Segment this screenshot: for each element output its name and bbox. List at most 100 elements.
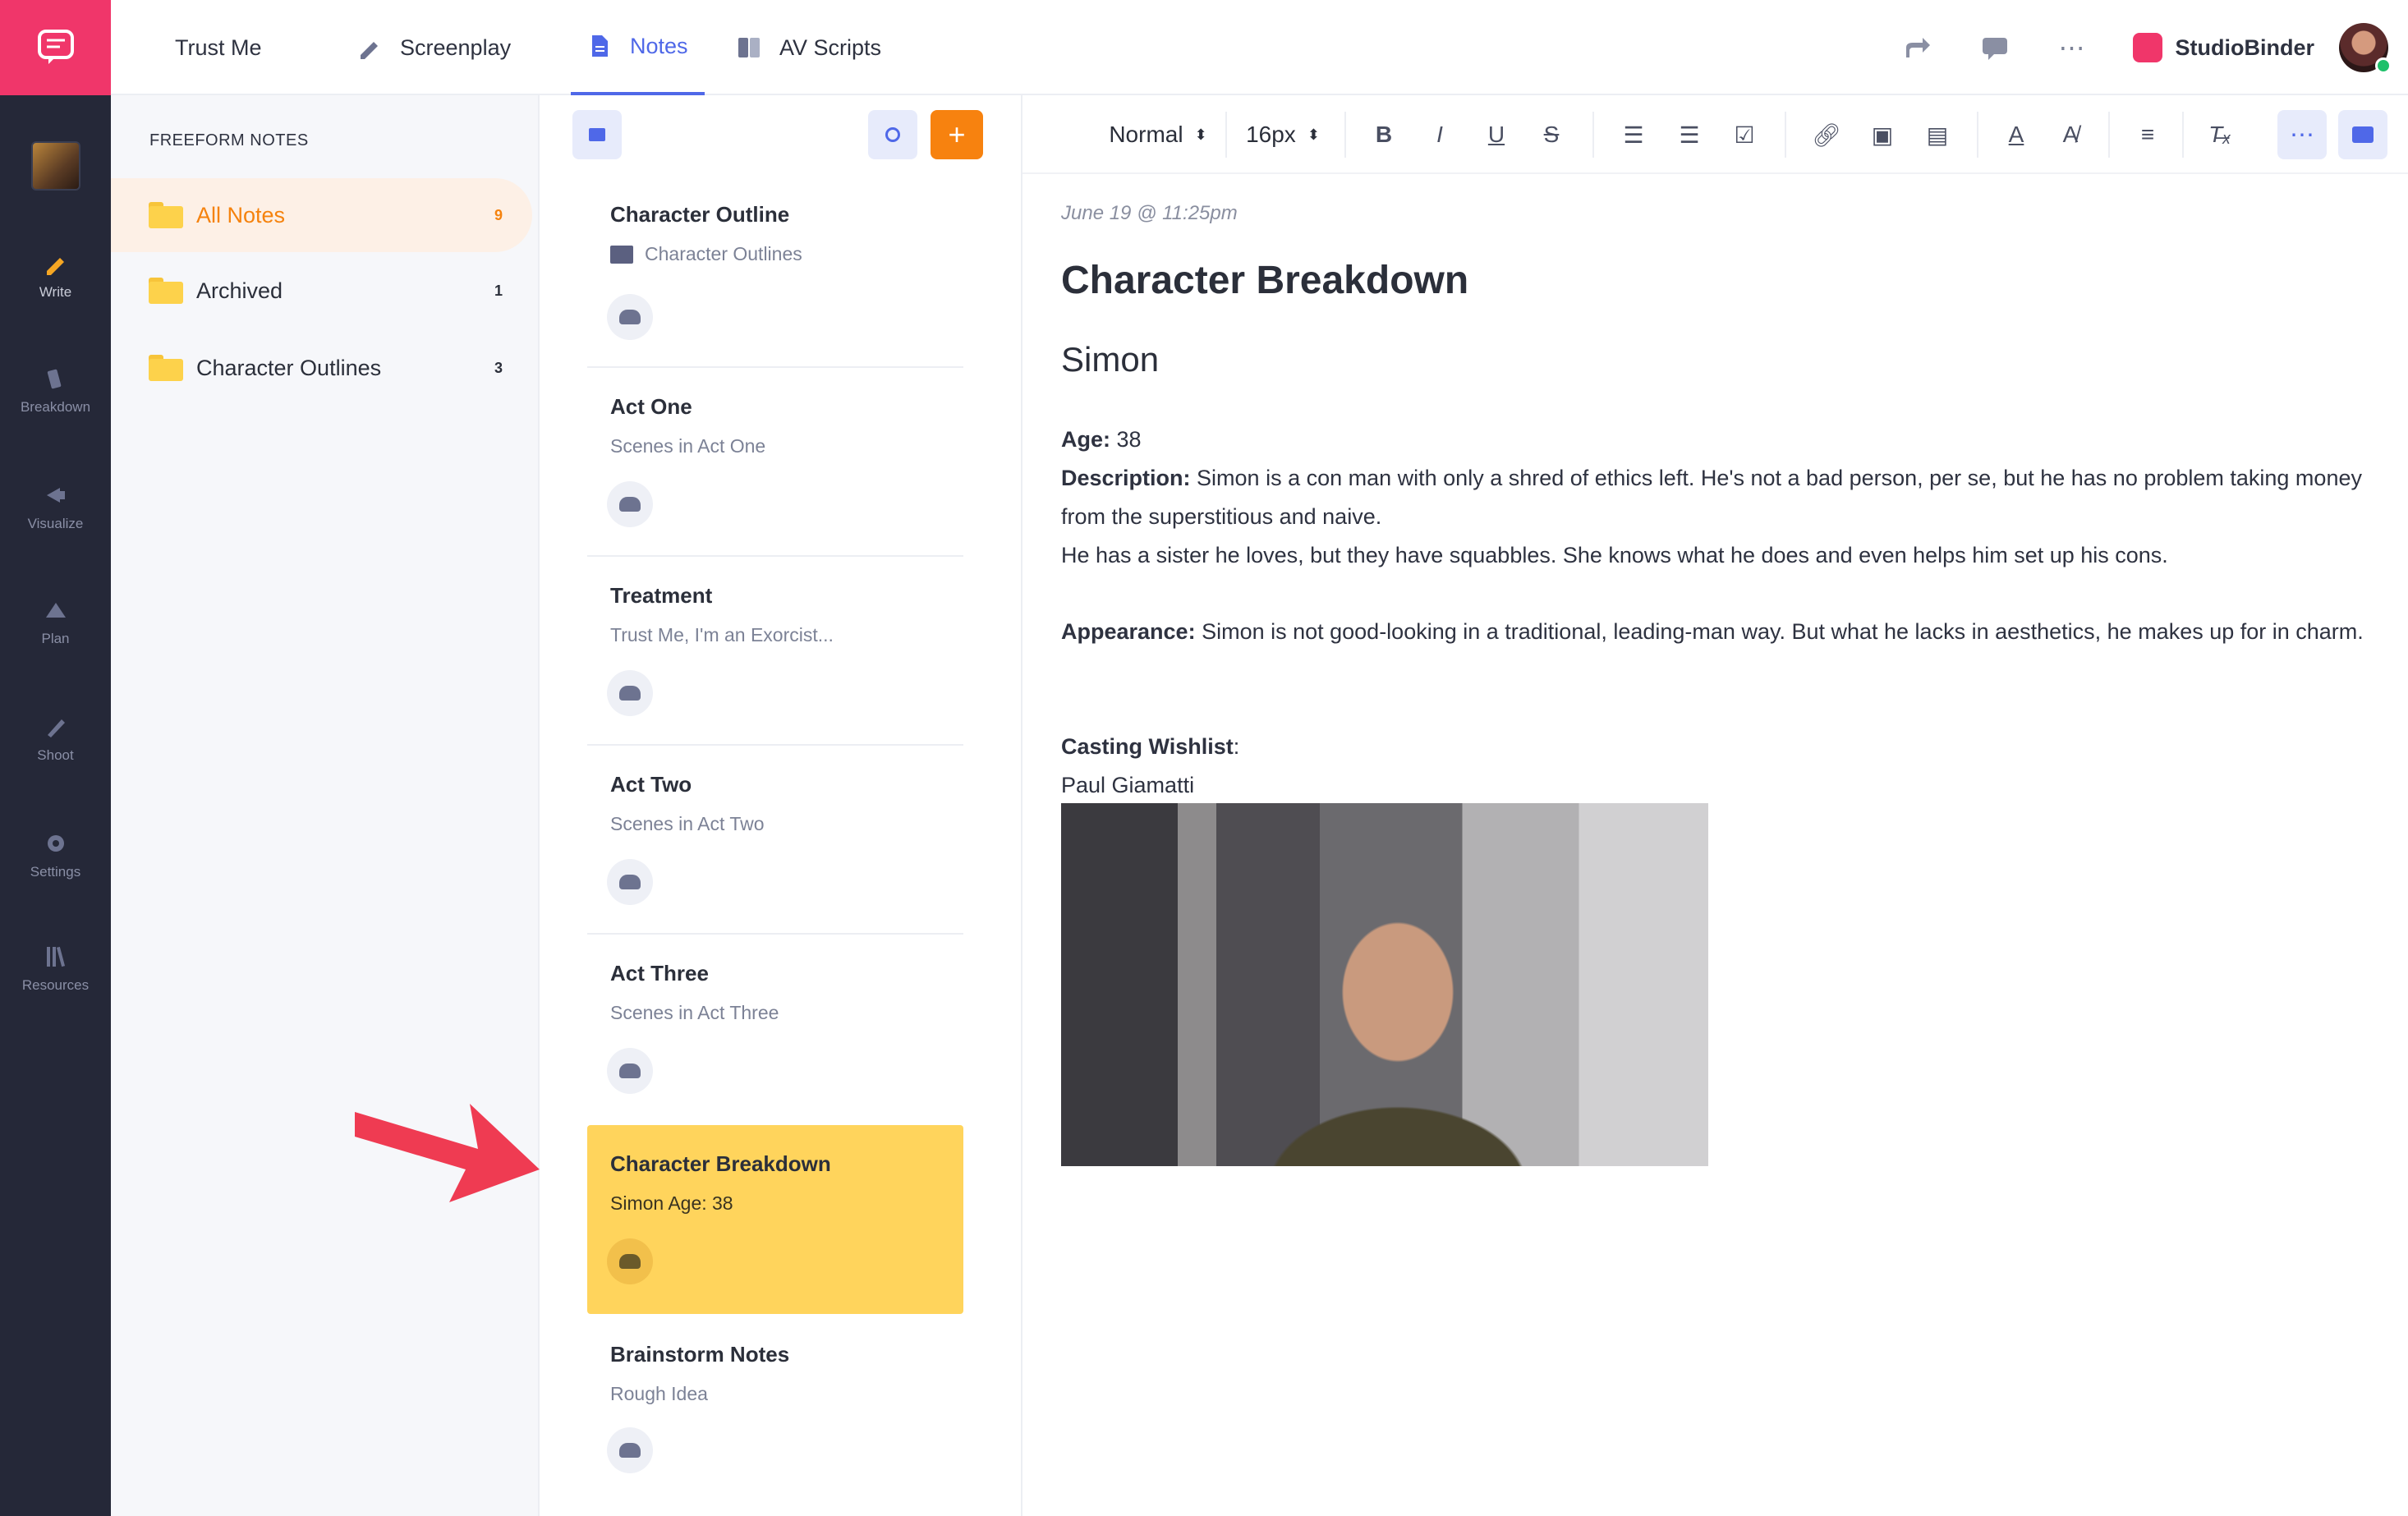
project-title[interactable]: Trust Me: [175, 0, 262, 95]
film-icon: ▤: [1926, 122, 1949, 148]
shared-users-icon[interactable]: [607, 294, 653, 340]
toolbar-divider: [2182, 112, 2184, 158]
toolbar-divider: [1592, 112, 1594, 158]
paragraph-style-select[interactable]: Normal ⬍: [1096, 115, 1220, 154]
rail-item-plan[interactable]: Plan: [0, 598, 111, 647]
gear-icon: [47, 835, 64, 852]
user-avatar[interactable]: [2339, 23, 2392, 74]
note-subtitle: Scenes in Act Three: [610, 1002, 779, 1023]
shared-users-icon[interactable]: [607, 1427, 653, 1473]
highlight-icon: A̸: [2062, 122, 2079, 147]
note-card-selected[interactable]: Character Breakdown Simon Age: 38: [587, 1125, 963, 1314]
shared-users-icon[interactable]: [607, 1048, 653, 1094]
rail-item-breakdown[interactable]: Breakdown: [0, 366, 111, 416]
ordered-list-button[interactable]: ☰: [1615, 115, 1652, 154]
folder-label: Character Outlines: [196, 355, 382, 380]
toolbar-divider: [1344, 112, 1346, 158]
folder-label: All Notes: [196, 202, 286, 227]
chat-logo-icon: [37, 30, 74, 64]
sidebar-icon: [589, 128, 605, 141]
note-subtitle: Scenes in Act Two: [610, 813, 765, 834]
note-card[interactable]: Act Two Scenes in Act Two: [587, 747, 963, 935]
shared-users-icon[interactable]: [607, 670, 653, 716]
note-title: Treatment: [610, 583, 713, 608]
ellipsis-icon: ⋯: [2058, 33, 2085, 62]
rail-item-visualize[interactable]: Visualize: [0, 483, 111, 532]
folder-character-outlines[interactable]: Character Outlines 3: [111, 331, 532, 405]
rail-item-resources[interactable]: Resources: [0, 944, 111, 994]
library-icon: [46, 946, 65, 967]
video-button[interactable]: ▤: [1919, 115, 1955, 154]
folder-count: 9: [494, 206, 503, 223]
tab-screenplay[interactable]: Screenplay: [357, 0, 511, 95]
note-title: Act Two: [610, 772, 692, 797]
share-button[interactable]: [1901, 31, 1934, 64]
rail-label: Plan: [41, 631, 70, 646]
workspace-switcher[interactable]: StudioBinder: [2132, 33, 2314, 62]
bold-icon: B: [1375, 122, 1393, 147]
checklist-button[interactable]: ☑: [1726, 115, 1762, 154]
align-left-icon: ≡: [2140, 122, 2155, 147]
shared-users-icon[interactable]: [607, 1238, 653, 1284]
bullet-list-button[interactable]: ☰: [1671, 115, 1707, 154]
casting-name: Paul Giamatti: [1061, 773, 1195, 797]
pencil-icon: [46, 258, 64, 275]
comments-button[interactable]: [1978, 31, 2011, 64]
tab-av-scripts[interactable]: AV Scripts: [737, 0, 881, 95]
folder-all-notes[interactable]: All Notes 9: [111, 178, 532, 252]
tab-notes[interactable]: Notes: [571, 0, 705, 95]
project-thumbnail[interactable]: [31, 141, 80, 191]
online-status-icon: [2375, 57, 2392, 74]
description-line: He has a sister he loves, but they have …: [1061, 543, 2168, 567]
note-card[interactable]: Act Three Scenes in Act Three: [587, 936, 963, 1123]
shared-users-icon[interactable]: [607, 481, 653, 527]
image-button[interactable]: ▣: [1864, 115, 1900, 154]
bold-button[interactable]: B: [1366, 115, 1402, 154]
note-subtitle: Character Outlines: [610, 243, 802, 265]
ellipsis-icon: ⋯: [2290, 121, 2314, 149]
toggle-sidebar-button[interactable]: [572, 110, 622, 159]
sort-caret-icon: ⬍: [1307, 126, 1320, 143]
rail-item-settings[interactable]: Settings: [0, 831, 111, 880]
note-editor: Normal ⬍ 16px ⬍ B I U S ☰ ☰ ☑ 🔗︎ ▣ ▤ A A̸ …: [1022, 95, 2408, 1516]
search-button[interactable]: [868, 110, 917, 159]
plan-icon: [45, 603, 66, 618]
note-subtitle: Scenes in Act One: [610, 435, 766, 457]
folder-archived[interactable]: Archived 1: [111, 254, 532, 328]
strikethrough-button[interactable]: S: [1533, 115, 1569, 154]
app-logo[interactable]: [0, 0, 111, 95]
note-card[interactable]: Act One Scenes in Act One: [587, 370, 963, 557]
studiobinder-logo-icon: [2132, 33, 2162, 62]
align-button[interactable]: ≡: [2130, 115, 2166, 154]
casting-photo[interactable]: [1061, 803, 1708, 1166]
font-size-select[interactable]: 16px ⬍: [1238, 115, 1328, 154]
rail-label: Breakdown: [20, 399, 91, 415]
note-card[interactable]: Treatment Trust Me, I'm an Exorcist...: [587, 558, 963, 746]
rail-item-shoot[interactable]: Shoot: [0, 714, 111, 764]
numbered-list-icon: ☰: [1623, 122, 1644, 148]
link-button[interactable]: 🔗︎: [1808, 115, 1845, 154]
highlight-button[interactable]: A̸: [2052, 115, 2089, 154]
more-menu-button[interactable]: ⋯: [2056, 31, 2089, 64]
folder-count: 1: [494, 282, 503, 299]
note-title: Act Three: [610, 961, 709, 985]
pencil-icon: [361, 42, 378, 59]
text-color-button[interactable]: A: [1998, 115, 2034, 154]
note-title: Character Outline: [610, 202, 790, 227]
comments-panel-button[interactable]: [2338, 110, 2387, 159]
italic-button[interactable]: I: [1422, 115, 1458, 154]
annotation-arrow-icon: [355, 1104, 540, 1202]
age-paragraph: Age: 38: [1061, 427, 1142, 452]
document-subheading: Simon: [1061, 340, 1160, 379]
note-card[interactable]: Brainstorm Notes Rough Idea: [587, 1314, 963, 1503]
shoot-icon: [47, 719, 65, 737]
add-note-button[interactable]: +: [931, 110, 983, 159]
rail-item-write[interactable]: Write: [0, 251, 111, 301]
note-card[interactable]: Character Outline Character Outlines: [587, 176, 963, 368]
shared-users-icon[interactable]: [607, 859, 653, 905]
clear-format-button[interactable]: T̶ₓ: [2202, 115, 2238, 154]
top-bar: Trust Me Screenplay Notes AV Scripts ⋯ S…: [111, 0, 2408, 95]
more-tools-button[interactable]: ⋯: [2277, 110, 2327, 159]
notes-list-panel: + Character Outline Character Outlines A…: [355, 95, 1022, 1516]
underline-button[interactable]: U: [1478, 115, 1514, 154]
